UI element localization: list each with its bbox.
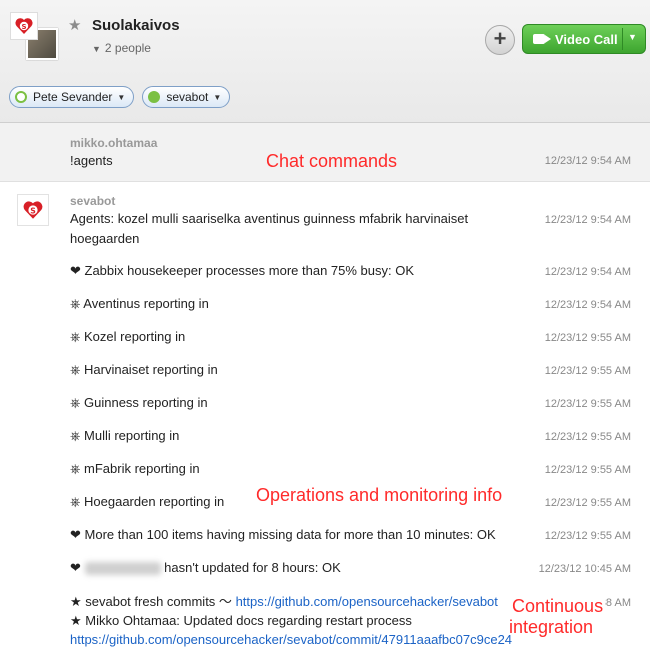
chat-title: Suolakaivos [92,17,180,34]
chevron-down-icon: ▼ [213,92,222,102]
message-text: Agents: kozel mulli saariselka aventinus… [70,211,469,226]
commit-message: ★ Mikko Ohtamaa: Updated docs regarding … [70,613,412,628]
chat-header: S ★ Suolakaivos ▼ 2 people + Video Call ▼… [0,0,650,123]
message-text: ❤ More than 100 items having missing dat… [70,527,496,542]
add-people-button[interactable]: + [485,25,515,55]
annotation-chat-commands: Chat commands [266,151,398,171]
commit-link[interactable]: https://github.com/opensourcehacker/seva… [70,630,512,650]
commit-header: ★ sevabot fresh commits 〜 [70,594,232,609]
heart-logo-icon: S [15,18,33,34]
message-time: 12/23/12 9:55 AM [544,332,631,344]
participant-list: Pete Sevander ▼ sevabot ▼ [9,86,231,108]
repo-link[interactable]: https://github.com/opensourcehacker/seva… [236,594,498,609]
participant-pill-sevabot[interactable]: sevabot ▼ [142,86,231,108]
message-text: ★ sevabot fresh commits 〜 https://github… [70,592,498,612]
favorite-star-icon[interactable]: ★ [68,16,81,34]
message-text: ⎈ Mulli reporting in [70,428,180,443]
message-time: 12/23/12 9:55 AM [544,497,631,509]
message-text: ❤ Zabbix housekeeper processes more than… [70,263,415,278]
people-count: 2 people [104,41,151,55]
message-text: !agents [70,153,113,168]
video-call-label: Video Call [555,32,618,47]
redacted-hostname [84,562,161,576]
plus-icon: + [493,26,507,51]
message-time: 12/23/12 9:54 AM [544,299,631,311]
message-time: 12/23/12 10:45 AM [538,563,631,575]
message-text: ⎈ Aventinus reporting in [70,296,209,311]
message-time: 12/23/12 9:55 AM [544,398,631,410]
sender-name: sevabot [70,194,116,208]
message-text-continued: hoegaarden [70,231,140,246]
message-text-redacted: ❤ hasn't updated for 8 hours: OK [70,558,341,578]
participant-name: Pete Sevander [33,90,113,104]
video-camera-icon [533,34,551,44]
participant-name: sevabot [166,90,209,104]
message-text: ⎈ Hoegaarden reporting in [70,494,225,509]
heart-prefix: ❤ [70,560,81,575]
annotation-ci-line2: integration [509,617,594,637]
message-suffix: hasn't updated for 8 hours: OK [164,560,341,575]
message-text: ⎈ Guinness reporting in [70,395,208,410]
chevron-down-icon: ▼ [117,92,126,102]
message-time: 12/23/12 9:55 AM [544,464,631,476]
people-toggle[interactable]: ▼ 2 people [92,41,151,55]
video-call-button[interactable]: Video Call ▼ [522,24,646,54]
button-divider [622,28,623,50]
message-history[interactable]: mikko.ohtamaa !agents 12/23/12 9:54 AM C… [0,123,650,653]
status-online-icon [148,91,161,103]
message-time: 12/23/12 9:54 AM [544,214,631,226]
heart-logo-icon: S [23,201,43,219]
svg-text:S: S [30,206,36,215]
annotation-ci-line1: Continuous [510,596,606,616]
message-time: 12/23/12 9:54 AM [544,155,631,167]
video-call-dropdown-icon[interactable]: ▼ [628,32,637,42]
annotation-operations: Operations and monitoring info [256,485,503,505]
message-text: ⎈ mFabrik reporting in [70,461,200,476]
group-avatar: S [10,12,58,60]
message-time: 12/23/12 9:54 AM [544,266,631,278]
message-time: 12/23/12 9:55 AM [544,530,631,542]
status-online-icon [15,91,27,103]
message-text: ⎈ Harvinaiset reporting in [70,362,218,377]
sevabot-message-avatar: S [17,194,49,226]
message-text: ⎈ Kozel reporting in [70,329,186,344]
svg-text:S: S [21,23,26,31]
triangle-down-icon: ▼ [92,44,101,54]
sevabot-avatar: S [10,12,38,40]
message-time: 12/23/12 9:55 AM [544,431,631,443]
message-time: 12/23/12 9:55 AM [544,365,631,377]
sender-name: mikko.ohtamaa [70,136,158,150]
participant-pill-pete[interactable]: Pete Sevander ▼ [9,86,135,108]
